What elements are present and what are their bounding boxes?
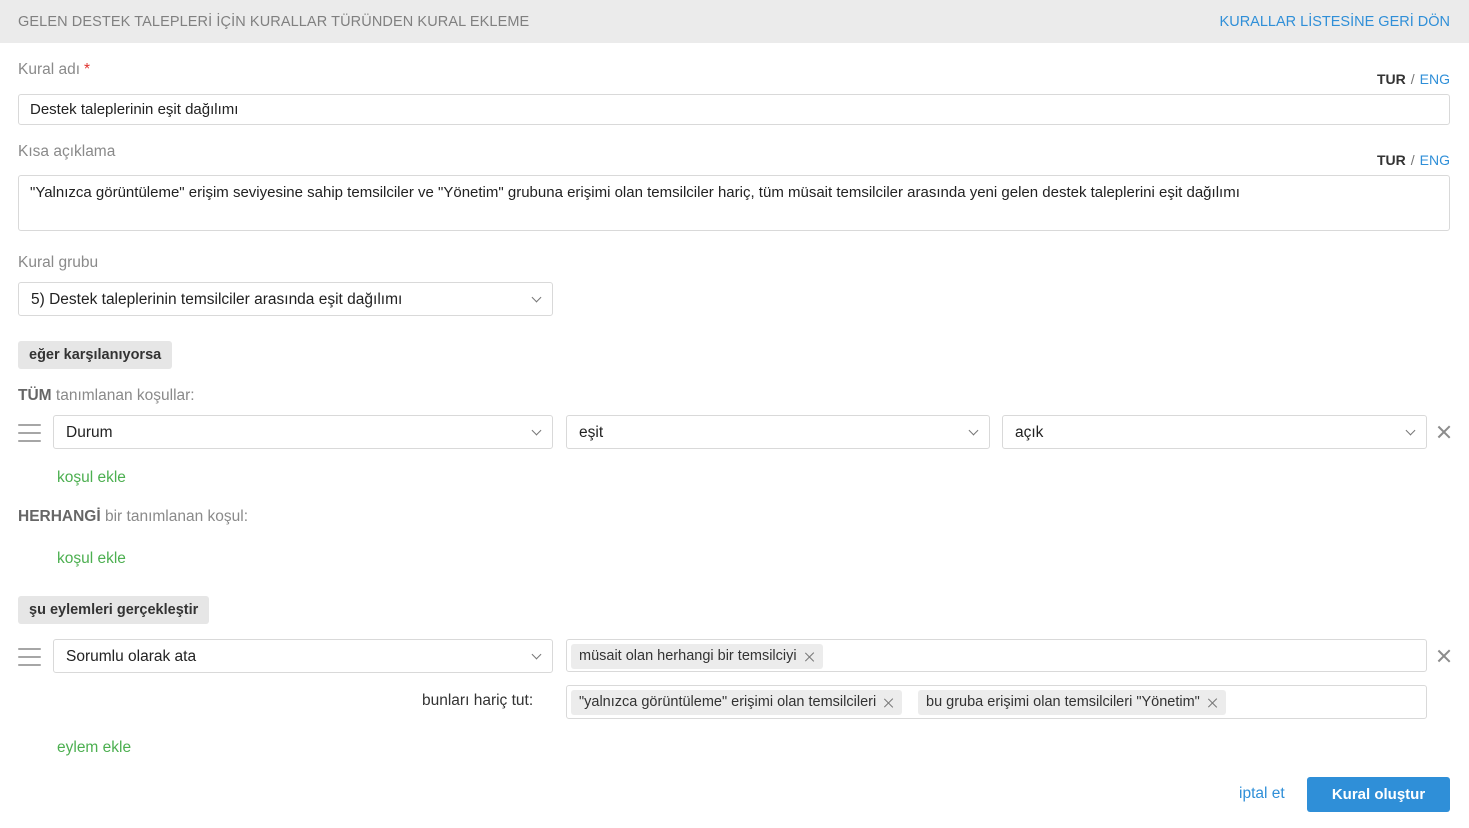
- cancel-link[interactable]: iptal et: [1239, 785, 1285, 803]
- exclude-chip-label: bu gruba erişimi olan temsilcileri "Yöne…: [926, 694, 1200, 710]
- rule-name-label: Kural adı *: [18, 61, 90, 79]
- exclude-label: bunları hariç tut:: [422, 692, 534, 709]
- lang-separator: /: [1410, 152, 1415, 168]
- condition-value-select[interactable]: açık: [1002, 415, 1427, 449]
- exclude-chip: bu gruba erişimi olan temsilcileri "Yöne…: [918, 690, 1226, 715]
- chip-remove-icon[interactable]: [884, 698, 894, 708]
- all-conditions-label: TÜM tanımlanan koşullar:: [18, 387, 195, 405]
- lang-tur[interactable]: TUR: [1377, 152, 1406, 168]
- lang-eng[interactable]: ENG: [1420, 152, 1450, 168]
- action-type-value: Sorumlu olarak ata: [66, 648, 197, 665]
- chevron-down-icon: [968, 425, 979, 436]
- exclude-chip: "yalnızca görüntüleme" erişimi olan tems…: [571, 690, 903, 715]
- lang-separator: /: [1410, 71, 1415, 87]
- chip-remove-icon[interactable]: [1208, 698, 1218, 708]
- target-chip-label: müsait olan herhangi bir temsilciyi: [579, 648, 797, 664]
- condition-field-value: Durum: [66, 424, 113, 441]
- any-conditions-rest: bir tanımlanan koşul:: [104, 508, 249, 525]
- all-conditions-rest: tanımlanan koşullar:: [55, 387, 195, 404]
- conditions-section-tag: eğer karşılanıyorsa: [18, 341, 173, 369]
- lang-tur[interactable]: TUR: [1377, 71, 1406, 87]
- chevron-down-icon: [531, 425, 542, 436]
- add-all-condition-link[interactable]: koşul ekle: [57, 469, 126, 487]
- any-conditions-label: HERHANGİ bir tanımlanan koşul:: [18, 508, 248, 526]
- chevron-down-icon: [531, 649, 542, 660]
- condition-value-value: açık: [1015, 424, 1044, 441]
- all-conditions-strong: TÜM: [18, 387, 52, 404]
- create-rule-button[interactable]: Kural oluştur: [1307, 777, 1450, 812]
- short-desc-textarea[interactable]: "Yalnızca görüntüleme" erişim seviyesine…: [18, 175, 1450, 231]
- remove-condition-icon[interactable]: [1437, 425, 1451, 439]
- remove-action-icon[interactable]: [1437, 649, 1451, 663]
- add-any-condition-link[interactable]: koşul ekle: [57, 550, 126, 568]
- short-desc-lang-switch: TUR / ENG: [1377, 152, 1450, 168]
- page-header: GELEN DESTEK TALEPLERİ İÇİN KURALLAR TÜR…: [0, 0, 1469, 43]
- short-desc-label: Kısa açıklama: [18, 143, 116, 160]
- actions-section-tag: şu eylemleri gerçekleştir: [18, 596, 210, 624]
- chevron-down-icon: [1405, 425, 1416, 436]
- condition-field-select[interactable]: Durum: [53, 415, 553, 449]
- add-action-link[interactable]: eylem ekle: [57, 739, 131, 757]
- chevron-down-icon: [531, 292, 542, 303]
- rule-group-label: Kural grubu: [18, 254, 99, 271]
- lang-eng[interactable]: ENG: [1420, 71, 1450, 87]
- rule-name-lang-switch: TUR / ENG: [1377, 71, 1450, 87]
- required-mark: *: [84, 61, 91, 78]
- action-type-select[interactable]: Sorumlu olarak ata: [53, 639, 553, 673]
- exclude-chip-label: "yalnızca görüntüleme" erişimi olan tems…: [579, 694, 877, 710]
- any-conditions-strong: HERHANGİ: [18, 508, 101, 525]
- rule-name-label-text: Kural adı: [18, 61, 81, 78]
- drag-handle-icon[interactable]: [18, 424, 41, 442]
- drag-handle-icon[interactable]: [18, 648, 41, 666]
- rule-group-value: 5) Destek taleplerinin temsilciler arası…: [31, 291, 403, 308]
- rule-group-select[interactable]: 5) Destek taleplerinin temsilciler arası…: [18, 282, 553, 316]
- condition-operator-value: eşit: [579, 424, 604, 441]
- exclude-input[interactable]: "yalnızca görüntüleme" erişimi olan tems…: [566, 685, 1427, 719]
- page-title: GELEN DESTEK TALEPLERİ İÇİN KURALLAR TÜR…: [18, 14, 530, 30]
- target-chip: müsait olan herhangi bir temsilciyi: [571, 644, 823, 669]
- chip-remove-icon[interactable]: [805, 652, 815, 662]
- back-to-rules-link[interactable]: KURALLAR LİSTESİNE GERİ DÖN: [1220, 14, 1450, 30]
- condition-operator-select[interactable]: eşit: [566, 415, 990, 449]
- rule-name-input[interactable]: Destek taleplerinin eşit dağılımı: [18, 94, 1450, 125]
- action-targets-input[interactable]: müsait olan herhangi bir temsilciyi: [566, 639, 1427, 672]
